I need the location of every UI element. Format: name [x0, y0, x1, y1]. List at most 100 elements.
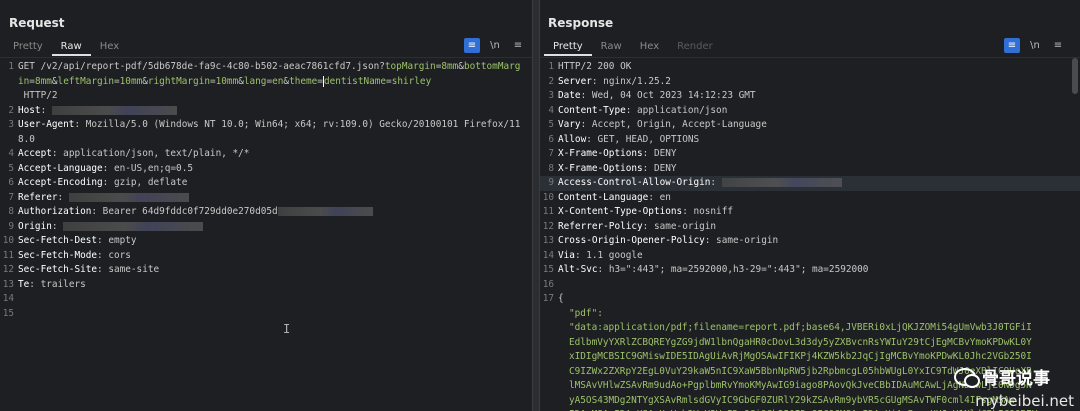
newline-toggle-icon[interactable]: \n [1027, 38, 1043, 53]
response-tab-raw[interactable]: Raw [592, 38, 631, 56]
code-line: 2 Host: [0, 104, 532, 119]
mouse-cursor-icon: I [283, 322, 291, 336]
header-name: User-Agent [18, 119, 75, 130]
header-name: Authorization [18, 206, 92, 217]
header-value: h3=":443"; ma=2592000,h3-29=":443"; ma=2… [608, 264, 869, 275]
header-name: Accept [18, 148, 52, 159]
wrap-lines-icon[interactable]: ≡ [1004, 38, 1020, 53]
header-value: Mozilla/5.0 (Windows NT 10.0; Win64; x64… [18, 119, 521, 145]
redacted-value [277, 207, 373, 216]
header-value: nginx/1.25.2 [603, 75, 671, 87]
response-editor[interactable]: 1 HTTP/2 200 OK 2 Server: nginx/1.25.2 3 Da… [540, 57, 1080, 411]
header-value: nosniff [693, 206, 733, 217]
header-value: 1.1 google [586, 249, 643, 261]
code-line: 10 Content-Language: en [542, 191, 671, 203]
header-name: Sec-Fetch-Dest [18, 235, 98, 246]
request-panel: Request Pretty Raw Hex ≡ \n ≡ 1 GET /v2/… [0, 0, 532, 411]
request-editor[interactable]: 1 GET /v2/api/report-pdf/5db678de-fa9c-4… [0, 57, 532, 411]
panel-splitter[interactable] [532, 0, 540, 411]
header-name: Referer [18, 191, 58, 203]
header-name: Vary [558, 119, 581, 130]
request-tab-raw[interactable]: Raw [51, 38, 91, 56]
newline-toggle-icon[interactable]: \n [487, 38, 503, 53]
response-tab-pretty[interactable]: Pretty [544, 38, 592, 56]
code-line: 5 Accept-Language: en-US,en;q=0.5 [8, 162, 193, 174]
code-line: "pdf": [540, 307, 1080, 322]
header-value: same-origin [653, 220, 717, 232]
header-name: Accept-Language [18, 162, 103, 174]
request-tools: ≡ \n ≡ [464, 38, 526, 53]
response-tab-hex[interactable]: Hex [631, 38, 668, 56]
response-panel: Response Pretty Raw Hex Render ≡ \n ≡ 1 … [540, 0, 1080, 411]
code-line: 7 Referer: [0, 191, 532, 206]
redacted-value [51, 105, 177, 115]
watermark-name: 骨哥说事 [982, 369, 1050, 389]
menu-icon[interactable]: ≡ [510, 38, 526, 53]
base64-line: "data:application/pdf;filename=report.pd… [569, 322, 1032, 333]
redacted-value [63, 221, 204, 231]
header-name: X-Content-Type-Options [558, 206, 683, 217]
code-line: 13 Cross-Origin-Opener-Policy: same-origi… [542, 235, 779, 246]
code-line: 15 Alt-Svc: h3=":443"; ma=2592000,h3-29="… [542, 264, 869, 275]
header-name: Referrer-Policy [558, 220, 643, 232]
code-line: 1 HTTP/2 200 OK [540, 60, 1080, 75]
code-line: 7 X-Frame-Options: DENY [548, 148, 677, 159]
response-tab-render[interactable]: Render [668, 38, 722, 56]
header-value: DENY [653, 162, 677, 174]
code-line: 14 [2, 293, 14, 304]
code-line: 8 X-Frame-Options: DENY [548, 162, 677, 174]
status-line: HTTP/2 200 OK [558, 61, 632, 72]
header-value: application/json, text/plain, */* [63, 148, 250, 159]
header-name: Via [558, 249, 575, 261]
code-line: 4 Content-Type: application/json [548, 104, 728, 116]
code-line: 1 GET /v2/api/report-pdf/5db678de-fa9c-4… [0, 60, 532, 104]
header-name: Content-Type [558, 104, 626, 116]
code-line: 15 [2, 307, 14, 319]
header-value: same-site [108, 264, 160, 275]
header-value: trailers [40, 278, 86, 290]
vertical-scrollbar[interactable] [1072, 58, 1078, 94]
code-line: 9 Origin: [0, 220, 532, 235]
header-value: Wed, 04 Oct 2023 14:12:23 GMT [591, 90, 756, 101]
header-value: gzip, deflate [113, 177, 188, 188]
header-name: Access-Control-Allow-Origin [558, 177, 711, 188]
json-key: "pdf": [569, 307, 603, 319]
response-tabs: Pretty Raw Hex Render [544, 38, 722, 56]
header-name: Date [558, 90, 581, 101]
request-tab-hex[interactable]: Hex [91, 38, 128, 56]
watermark-site: mybeibei.net [975, 392, 1074, 410]
code-line: 11 Sec-Fetch-Mode: cors [2, 249, 131, 261]
request-tab-pretty[interactable]: Pretty [4, 38, 52, 56]
request-headers: 2 Host: 3 User-Agent: Mozilla/5.0 (Windows… [0, 104, 532, 322]
header-name: Allow [558, 133, 587, 145]
code-line: 3 User-Agent: Mozilla/5.0 (Windows NT 10.… [8, 119, 521, 145]
header-name: Server [558, 75, 592, 87]
header-value: same-origin [716, 235, 779, 246]
code-line: 2 Server: nginx/1.25.2 [548, 75, 671, 87]
redacted-value [721, 178, 842, 187]
code-line: 8 Authorization: Bearer 64d9fddc0f729dd0e… [0, 205, 532, 220]
code-line: "data:application/pdf;filename=report.pd… [540, 321, 1080, 336]
code-line: 10 Sec-Fetch-Dest: empty [2, 235, 137, 246]
header-value: application/json [637, 104, 728, 116]
header-value: en-US,en;q=0.5 [113, 162, 193, 174]
menu-icon[interactable]: ≡ [1050, 38, 1066, 53]
header-value: GET, HEAD, OPTIONS [597, 133, 700, 145]
code-line: 3 Date: Wed, 04 Oct 2023 14:12:23 GMT [548, 90, 756, 101]
code-line: 9 Access-Control-Allow-Origin: [540, 176, 1080, 191]
header-value: Bearer 64d9fddc0f729dd0e270d05d [102, 206, 278, 217]
header-name: Accept-Encoding [18, 177, 103, 188]
code-line: 6 Accept-Encoding: gzip, deflate [8, 177, 188, 188]
code-line: 13 Te: trailers [2, 278, 86, 290]
code-line: 16 [542, 278, 554, 290]
wrap-lines-icon[interactable]: ≡ [464, 38, 480, 53]
base64-line: EdlbmVyYXRlZCBQREYgZG9jdW1lbnQgaHR0cDovL… [569, 336, 1032, 348]
redacted-value [68, 192, 189, 202]
code-line: 14 Via: 1.1 google [542, 249, 643, 261]
code-line: 17 { [540, 292, 1080, 307]
response-tools: ≡ \n ≡ [1004, 38, 1066, 53]
header-value: empty [108, 235, 137, 246]
response-headers: 2 Server: nginx/1.25.2 3 Date: Wed, 04 Oct … [540, 75, 1080, 278]
request-tabs: Pretty Raw Hex [4, 38, 128, 56]
header-name: Cross-Origin-Opener-Policy [558, 235, 705, 246]
